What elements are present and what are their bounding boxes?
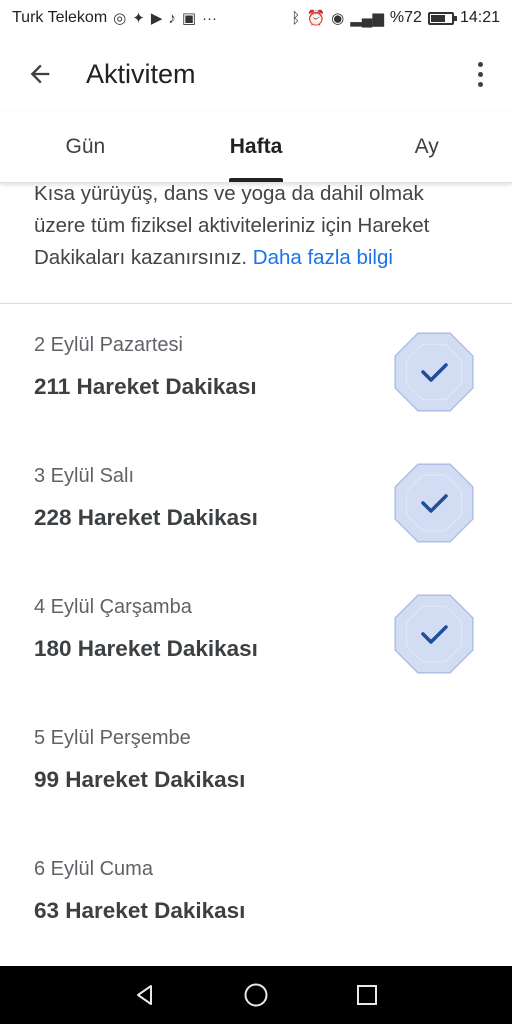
more-notifications-icon: ··· — [202, 9, 218, 27]
arrow-back-icon — [30, 64, 50, 84]
nav-back-icon — [137, 985, 153, 1005]
more-vert-icon — [477, 61, 483, 67]
tab-week[interactable]: Hafta — [171, 112, 342, 182]
info-line: Kısa yürüyüş, dans ve yoga da dahil olma… — [34, 182, 424, 205]
day-row[interactable]: 2 Eylül Pazartesi 211 Hareket Dakikası — [0, 304, 512, 435]
tab-label: Hafta — [229, 135, 283, 158]
day-date: 6 Eylül Cuma — [34, 858, 153, 880]
day-move-minutes: 180 Hareket Dakikası — [34, 636, 258, 661]
status-right: ᛒ ⏰ ◉ ▂▄▆ %72 14:21 — [291, 9, 500, 27]
day-row[interactable]: 5 Eylül Perşembe 99 Hareket Dakikası — [0, 697, 512, 828]
learn-more-link[interactable]: Daha fazla bilgi — [253, 246, 393, 269]
day-move-minutes: 228 Hareket Dakikası — [34, 505, 258, 530]
day-move-minutes: 99 Hareket Dakikası — [34, 767, 246, 792]
nav-back-button[interactable] — [125, 975, 165, 1015]
nav-home-button[interactable] — [236, 975, 276, 1015]
signal-icon: ▂▄▆ — [350, 9, 384, 27]
tab-label: Gün — [65, 135, 106, 158]
tab-label: Ay — [414, 135, 439, 158]
day-date: 2 Eylül Pazartesi — [34, 334, 183, 356]
info-line: üzere tüm fiziksel aktiviteleriniz için … — [34, 214, 430, 237]
day-row[interactable]: 4 Eylül Çarşamba 180 Hareket Dakikası — [0, 566, 512, 697]
day-row[interactable]: 6 Eylül Cuma 63 Hareket Dakikası — [0, 828, 512, 959]
day-move-minutes: 211 Hareket Dakikası — [34, 374, 257, 399]
page-title: Aktivitem — [86, 58, 196, 89]
clock: 14:21 — [459, 9, 500, 26]
period-tabs: Gün Hafta Ay — [0, 112, 512, 183]
nav-recents-icon — [356, 985, 377, 1005]
eye-icon: ◉ — [331, 9, 345, 27]
day-date: 4 Eylül Çarşamba — [34, 596, 192, 618]
more-options-button[interactable] — [462, 48, 498, 100]
day-move-minutes: 63 Hareket Dakikası — [34, 898, 246, 923]
battery-percent: %72 — [389, 9, 422, 26]
status-left: Turk Telekom ◎ ✦ ▶ ♪ ▣ ··· — [12, 9, 217, 27]
more-vert-dot — [477, 71, 483, 77]
music-icon: ♪ — [168, 9, 176, 27]
more-vert-dot — [477, 81, 483, 87]
system-nav-bar — [0, 966, 512, 1024]
whatsapp-icon: ◎ — [113, 9, 127, 27]
back-button[interactable] — [12, 46, 68, 102]
goal-achieved-badge-icon — [394, 332, 474, 412]
info-text: Kısa yürüyüş, dans ve yoga da dahil olma… — [0, 182, 512, 304]
nav-home-icon — [244, 983, 268, 1007]
day-row[interactable]: 3 Eylül Salı 228 Hareket Dakikası — [0, 435, 512, 566]
info-line-text: Dakikaları kazanırsınız. — [34, 246, 248, 269]
alarm-icon: ⏰ — [306, 9, 326, 27]
twitter-icon: ✦ — [132, 9, 145, 27]
nav-recents-button[interactable] — [347, 975, 387, 1015]
carrier-name: Turk Telekom — [12, 9, 108, 26]
tab-day[interactable]: Gün — [0, 112, 171, 182]
app-bar: Aktivitem — [0, 36, 512, 112]
info-line: Dakikaları kazanırsınız. Daha fazla bilg… — [34, 242, 478, 274]
tab-month[interactable]: Ay — [341, 112, 512, 182]
app-icon: ▣ — [181, 9, 197, 27]
goal-achieved-badge-icon — [394, 594, 474, 674]
youtube-icon: ▶ — [150, 9, 163, 27]
status-bar: Turk Telekom ◎ ✦ ▶ ♪ ▣ ··· ᛒ ⏰ ◉ ▂▄▆ %72… — [0, 0, 512, 36]
bluetooth-icon: ᛒ — [291, 9, 301, 27]
battery-icon — [427, 11, 457, 25]
week-activity-list[interactable]: Kısa yürüyüş, dans ve yoga da dahil olma… — [0, 182, 512, 966]
day-date: 3 Eylül Salı — [34, 465, 135, 487]
day-list: 2 Eylül Pazartesi 211 Hareket Dakikası 3 E… — [0, 304, 512, 959]
day-date: 5 Eylül Perşembe — [34, 727, 191, 749]
goal-achieved-badge-icon — [394, 463, 474, 543]
